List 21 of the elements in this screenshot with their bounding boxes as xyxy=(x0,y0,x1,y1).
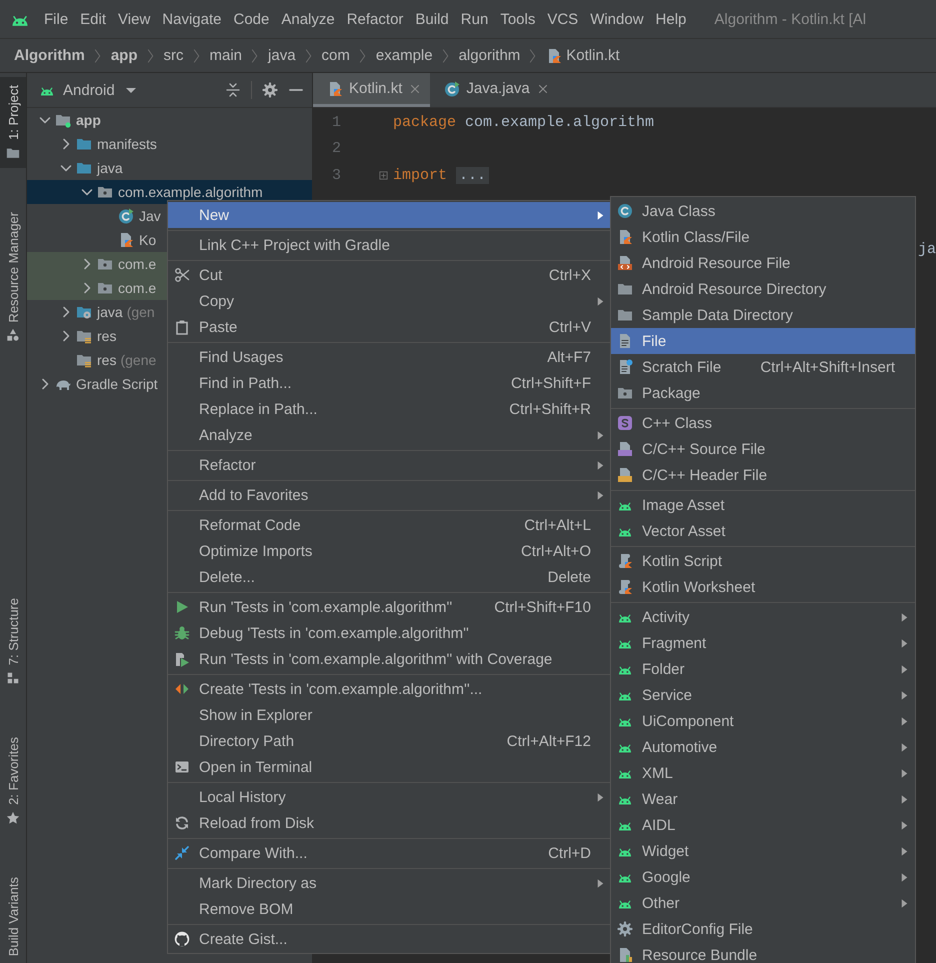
shortcut-label: Ctrl+Shift+F xyxy=(510,374,591,392)
shortcut-label: Ctrl+V xyxy=(548,318,591,336)
line-number: 3 xyxy=(330,166,341,184)
line-number: 2 xyxy=(330,140,341,158)
shortcut-label: Delete xyxy=(548,568,591,586)
path-hint: (gen xyxy=(126,304,155,320)
line-number: 1 xyxy=(330,114,341,131)
code-fragment: ja xyxy=(918,241,936,258)
shortcut-label: Ctrl+Shift+R xyxy=(509,400,591,418)
shortcut-label: Ctrl+Alt+Shift+Insert xyxy=(760,358,895,376)
code-line: import ... xyxy=(393,166,490,184)
window-title: Algorithm - Kotlin.kt [Al xyxy=(714,10,866,28)
code-line: package com.example.algorithm xyxy=(393,114,654,131)
shortcut-label: Ctrl+Alt+O xyxy=(520,542,591,560)
shortcut-label: Ctrl+Alt+L xyxy=(524,516,591,534)
shortcut-label: Ctrl+D xyxy=(548,844,591,862)
shortcut-label: Alt+F7 xyxy=(547,348,591,366)
shortcut-label: Ctrl+Shift+F10 xyxy=(494,598,591,616)
shortcut-label: Ctrl+Alt+F12 xyxy=(506,732,591,750)
path-hint: (gene xyxy=(120,352,156,368)
shortcut-label: Ctrl+X xyxy=(548,266,591,284)
